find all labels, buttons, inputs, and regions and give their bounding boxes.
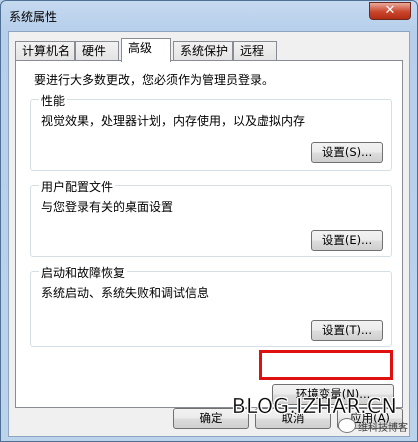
dialog-client: 计算机名 硬件 高级 系统保护 远程 要进行大多数更改，您必须作为管理员登录。 … [8, 31, 410, 437]
tab-system-protection[interactable]: 系统保护 [173, 41, 233, 61]
user-profile-settings-button[interactable]: 设置(E)... [311, 230, 383, 251]
system-properties-window: 系统属性 ✕ 计算机名 硬件 高级 系统保护 远程 要进行大多数更改，您必须作为… [0, 0, 418, 442]
wechat-icon [338, 418, 356, 433]
wechat-badge: 维科技博客 [338, 416, 414, 436]
startup-recovery-desc: 系统启动、系统失败和调试信息 [41, 286, 210, 300]
highlight-box [259, 350, 393, 380]
admin-notice: 要进行大多数更改，您必须作为管理员登录。 [34, 73, 275, 87]
tab-advanced[interactable]: 高级 [121, 38, 171, 62]
wechat-caption: 维科技博客 [358, 423, 408, 434]
window-title: 系统属性 [9, 10, 58, 24]
close-button[interactable]: ✕ [369, 2, 411, 20]
startup-recovery-group: 启动和故障恢复 系统启动、系统失败和调试信息 设置(T)... [30, 264, 392, 347]
title-bar[interactable]: 系统属性 ✕ [1, 1, 417, 31]
watermark-text: BLOG.IZHAR.CN [232, 394, 398, 418]
user-profile-group: 用户配置文件 与您登录有关的桌面设置 设置(E)... [30, 178, 392, 257]
user-profile-title: 用户配置文件 [39, 178, 116, 195]
startup-settings-button[interactable]: 设置(T)... [311, 320, 383, 341]
tab-remote[interactable]: 远程 [233, 41, 277, 61]
performance-group: 性能 视觉效果，处理器计划，内存使用，以及虚拟内存 设置(S)... [30, 92, 392, 171]
performance-title: 性能 [39, 92, 68, 109]
performance-settings-button[interactable]: 设置(S)... [311, 142, 383, 163]
tab-hardware[interactable]: 硬件 [75, 41, 119, 61]
startup-recovery-title: 启动和故障恢复 [39, 264, 128, 281]
tab-computer-name[interactable]: 计算机名 [15, 41, 75, 61]
performance-desc: 视觉效果，处理器计划，内存使用，以及虚拟内存 [41, 114, 306, 128]
user-profile-desc: 与您登录有关的桌面设置 [41, 200, 174, 214]
